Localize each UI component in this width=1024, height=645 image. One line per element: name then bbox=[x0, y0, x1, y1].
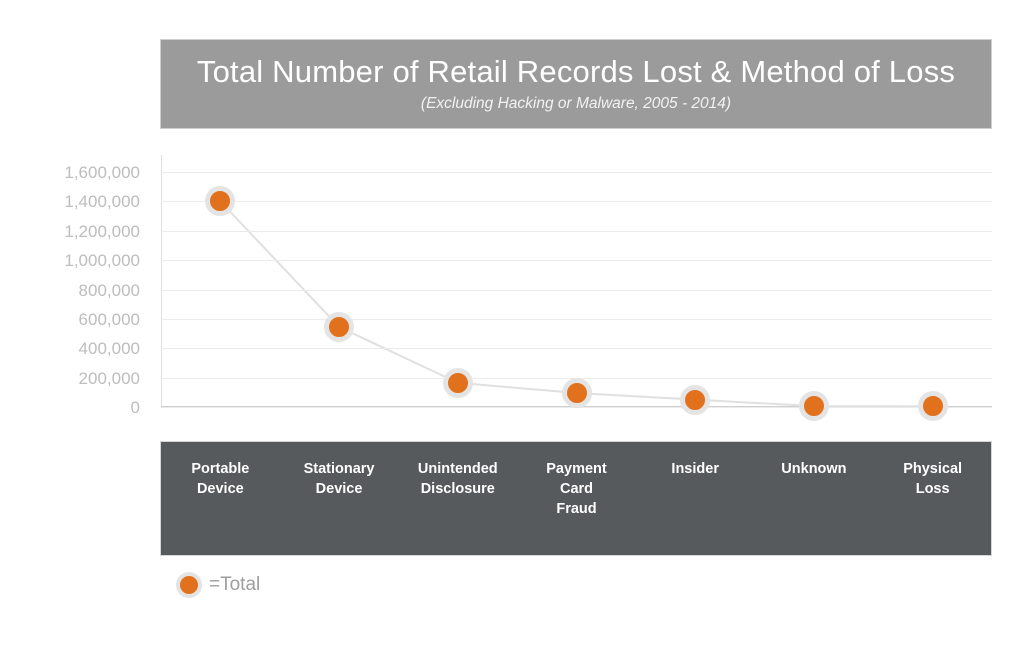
category-label-line: Stationary bbox=[303, 461, 375, 477]
gridline bbox=[161, 231, 992, 232]
category-label-line: Portable bbox=[191, 461, 250, 477]
y-axis-tick-label: 1,200,000 bbox=[64, 221, 140, 241]
category-label-line: Device bbox=[315, 481, 363, 497]
y-axis-tick-label: 0 bbox=[130, 398, 140, 417]
circle-marker-icon bbox=[176, 572, 202, 598]
y-axis-tick-label: 1,600,000 bbox=[64, 163, 140, 182]
y-axis-tick-label: 1,000,000 bbox=[64, 251, 140, 271]
y-axis-tick-label: 400,000 bbox=[78, 339, 140, 359]
category-label: Payment Card Fraud bbox=[512, 459, 642, 519]
category-label-line: Payment bbox=[546, 461, 607, 477]
plot-canvas bbox=[161, 155, 992, 422]
category-label: Unknown bbox=[749, 459, 879, 479]
legend-label: =Total bbox=[209, 574, 261, 595]
category-label-line: Disclosure bbox=[420, 481, 495, 497]
y-axis-tick-label: 200,000 bbox=[78, 368, 140, 388]
category-label-line: Physical bbox=[903, 461, 963, 477]
category-label-line: Device bbox=[196, 481, 244, 497]
chart-figure: Total Number of Retail Records Lost & Me… bbox=[0, 0, 1024, 645]
series-line bbox=[219, 200, 933, 408]
data-point-marker[interactable] bbox=[798, 391, 829, 422]
category-label-line: Unintended bbox=[417, 461, 498, 477]
category-label-line: Card bbox=[559, 481, 594, 497]
y-axis-tick-label: 600,000 bbox=[78, 309, 140, 329]
gridline bbox=[161, 290, 992, 291]
data-point-marker[interactable] bbox=[917, 391, 948, 422]
chart-title-band: Total Number of Retail Records Lost & Me… bbox=[160, 39, 992, 129]
gridline bbox=[161, 319, 992, 320]
category-label: Insider bbox=[630, 459, 760, 479]
category-label: Stationary Device bbox=[274, 459, 404, 499]
data-point-marker[interactable] bbox=[324, 311, 355, 342]
chart-legend: =Total bbox=[176, 572, 260, 598]
plot-area: 1,600,000 1,400,000 1,200,000 1,000,000 800,… bbox=[0, 150, 1024, 425]
data-point-marker[interactable] bbox=[442, 367, 473, 398]
category-label-line: Unknown bbox=[781, 461, 847, 477]
data-point-marker[interactable] bbox=[205, 186, 236, 217]
category-label-line: Fraud bbox=[556, 501, 597, 517]
data-point-marker[interactable] bbox=[680, 384, 711, 415]
category-label-line: Loss bbox=[915, 481, 950, 497]
y-axis-tick-label: 800,000 bbox=[78, 280, 140, 300]
gridline bbox=[161, 260, 992, 261]
gridline bbox=[161, 348, 992, 349]
y-axis-tick-label: 1,400,000 bbox=[64, 192, 140, 212]
category-axis-band: Portable Device Stationary Device Unintended… bbox=[160, 441, 992, 556]
category-label-line: Insider bbox=[671, 461, 719, 477]
category-label: Unintended Disclosure bbox=[393, 459, 523, 499]
category-label: Physical Loss bbox=[868, 459, 998, 499]
gridline bbox=[161, 201, 992, 202]
gridline bbox=[161, 172, 992, 173]
category-label: Portable Device bbox=[155, 459, 285, 499]
page-title: Total Number of Retail Records Lost & Me… bbox=[196, 53, 956, 89]
chart-subtitle: (Excluding Hacking or Malware, 2005 - 20… bbox=[420, 95, 732, 113]
data-point-marker[interactable] bbox=[561, 378, 592, 409]
series-polyline bbox=[219, 200, 933, 408]
